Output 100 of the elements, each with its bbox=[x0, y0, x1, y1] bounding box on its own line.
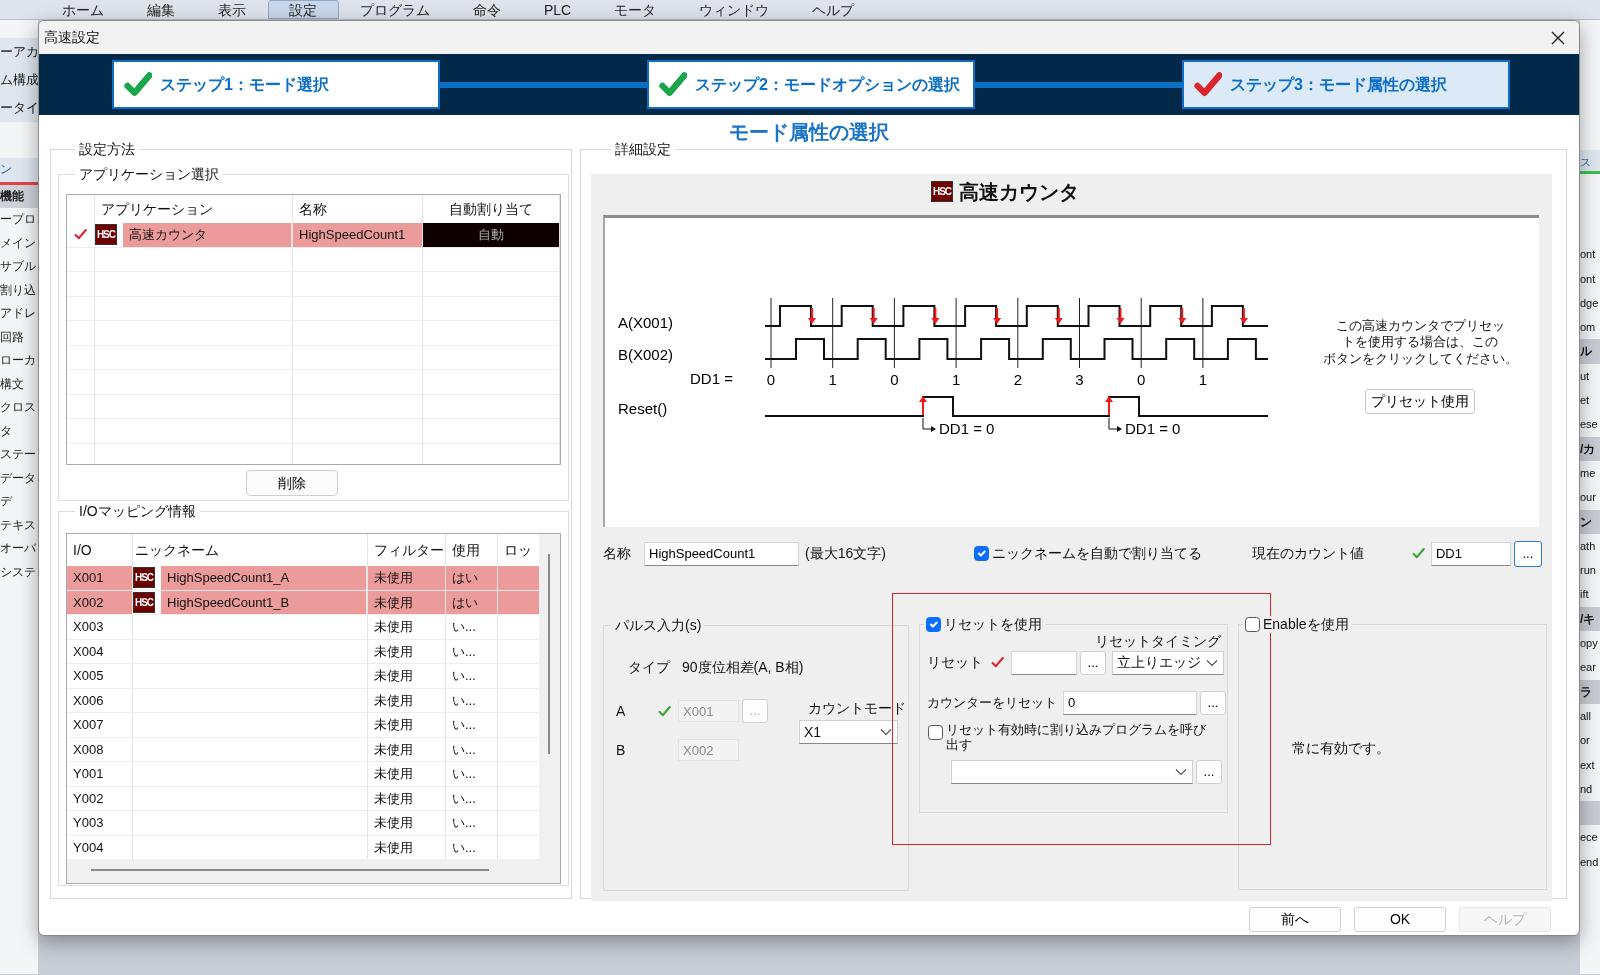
dropdown[interactable] bbox=[951, 759, 1193, 784]
count-label: 0 bbox=[766, 370, 776, 388]
field-label: 名称 bbox=[603, 544, 631, 563]
list-item[interactable]: ear bbox=[1580, 655, 1600, 680]
sidebar-item[interactable]: テキス bbox=[0, 513, 38, 537]
menu-item[interactable]: PLC bbox=[523, 0, 594, 19]
table-cell: い... bbox=[446, 762, 498, 786]
sidebar-item[interactable]: システ bbox=[0, 560, 38, 584]
menu-item[interactable]: 設定 bbox=[268, 0, 339, 19]
list-item[interactable]: dge bbox=[1580, 290, 1600, 316]
checkbox-label: ニックネームを自動で割り当てる bbox=[991, 544, 1202, 563]
table-row[interactable]: X002 HSC HighSpeedCount1_B 未使用 はい bbox=[67, 590, 541, 615]
group-label: パルス入力(s) bbox=[612, 616, 705, 634]
checkbox[interactable] bbox=[926, 616, 941, 632]
list-item[interactable]: ath bbox=[1580, 533, 1600, 559]
sidebar-item[interactable]: ローカ bbox=[0, 349, 38, 373]
list-item[interactable]: ift bbox=[1580, 582, 1600, 607]
table-cell: い... bbox=[446, 615, 498, 639]
close-icon[interactable] bbox=[1551, 30, 1565, 45]
table-cell: 未使用 bbox=[368, 615, 446, 639]
section-header: 機能 bbox=[0, 184, 38, 208]
sidebar-item[interactable]: オーバ bbox=[0, 537, 38, 561]
signal-label: Reset() bbox=[618, 399, 668, 417]
list-item[interactable]: om bbox=[1580, 315, 1600, 340]
count-label: 3 bbox=[1075, 370, 1084, 388]
dialog-button[interactable]: OK bbox=[1354, 907, 1446, 932]
dropdown[interactable]: X1 bbox=[799, 720, 898, 744]
menu-item[interactable]: ウィンドウ bbox=[678, 0, 792, 19]
count-field[interactable]: DD1 bbox=[1430, 541, 1511, 566]
dialog-button[interactable]: 前へ bbox=[1249, 907, 1341, 932]
checkbox-label: リセットを使用 bbox=[944, 615, 1042, 633]
sidebar-item[interactable]: クロス bbox=[0, 396, 38, 420]
field-value: 90度位相差(A, B相) bbox=[682, 658, 804, 677]
preset-button[interactable]: プリセット使用 bbox=[1365, 389, 1475, 414]
table-cell: い... bbox=[446, 664, 498, 688]
sidebar-item[interactable]: 割り込 bbox=[0, 278, 38, 302]
table-row[interactable]: X001 HSC HighSpeedCount1_A 未使用 はい bbox=[67, 566, 541, 591]
list-item[interactable]: ext bbox=[1580, 752, 1600, 777]
delete-button[interactable]: 削除 bbox=[246, 470, 338, 496]
list-item[interactable]: ece bbox=[1580, 825, 1600, 850]
list-item[interactable]: nd bbox=[1580, 776, 1600, 802]
sidebar-item[interactable]: 回路 bbox=[0, 325, 38, 349]
caret-icon bbox=[1206, 658, 1218, 667]
browse-button[interactable]: ... bbox=[1200, 690, 1226, 715]
sidebar-item[interactable]: ム構成 bbox=[0, 66, 38, 94]
table-cell: X004 bbox=[67, 639, 133, 663]
sidebar-item[interactable]: デ bbox=[0, 490, 38, 514]
sidebar-item[interactable]: タ bbox=[0, 419, 38, 443]
menu-item[interactable]: ホーム bbox=[41, 0, 126, 19]
leader-arrow bbox=[1108, 417, 1122, 432]
browse-button[interactable]: ... bbox=[1080, 650, 1106, 675]
list-item[interactable]: et bbox=[1580, 388, 1600, 413]
menu-item[interactable]: ヘルプ bbox=[791, 0, 877, 19]
table-cell: 未使用 bbox=[368, 737, 446, 761]
sidebar-item[interactable]: ープロ bbox=[0, 208, 38, 232]
check-icon bbox=[124, 70, 152, 99]
table-cell: 未使用 bbox=[368, 762, 446, 786]
checkbox[interactable] bbox=[928, 724, 943, 740]
list-item[interactable]: ese bbox=[1580, 412, 1600, 437]
sidebar-item[interactable]: 構文 bbox=[0, 372, 38, 396]
section-header: ラ bbox=[1580, 679, 1600, 704]
list-item[interactable]: ut bbox=[1580, 363, 1600, 389]
menu-item[interactable]: 命令 bbox=[452, 0, 523, 19]
list-item[interactable]: all bbox=[1580, 703, 1600, 729]
table-cell: い... bbox=[446, 713, 498, 737]
sidebar-item[interactable]: ステー bbox=[0, 443, 38, 467]
checkbox[interactable] bbox=[973, 546, 989, 561]
panel-tab[interactable]: ン bbox=[0, 158, 38, 185]
browse-button[interactable]: ... bbox=[1513, 540, 1542, 567]
input-field[interactable]: 0 bbox=[1063, 690, 1197, 715]
list-item[interactable]: ont bbox=[1580, 242, 1600, 267]
name-field[interactable]: HighSpeedCount1 bbox=[644, 541, 799, 566]
browse-button[interactable]: ... bbox=[1196, 759, 1222, 784]
menu-item[interactable]: 編集 bbox=[126, 0, 197, 19]
table-row[interactable]: HSC 高速カウンタ HighSpeedCount1 自動 bbox=[67, 223, 560, 248]
list-item[interactable]: opy bbox=[1580, 631, 1600, 656]
list-item[interactable]: end bbox=[1580, 849, 1600, 874]
sidebar-item[interactable]: データ bbox=[0, 466, 38, 490]
list-item[interactable]: run bbox=[1580, 558, 1600, 583]
menu-item[interactable]: プログラム bbox=[339, 0, 452, 19]
sidebar-item[interactable]: ータイ bbox=[0, 94, 38, 122]
input-field[interactable] bbox=[1011, 650, 1077, 675]
dropdown[interactable]: 立上りエッジ bbox=[1112, 650, 1224, 675]
reset-note: DD1 = 0 bbox=[939, 419, 995, 437]
list-item[interactable]: ont bbox=[1580, 266, 1600, 291]
table-cell: い... bbox=[446, 639, 498, 663]
count-label: 0 bbox=[1137, 370, 1146, 388]
panel-title: 高速カウンタ bbox=[959, 179, 1079, 205]
sidebar-item[interactable]: サブル bbox=[0, 255, 38, 279]
checkbox[interactable] bbox=[1245, 616, 1260, 632]
sidebar-item[interactable]: ーアカ bbox=[0, 38, 38, 66]
menu-item[interactable]: モータ bbox=[593, 0, 679, 19]
list-item[interactable]: or bbox=[1580, 728, 1600, 753]
sidebar-item[interactable]: アドレ bbox=[0, 302, 38, 326]
menu-item[interactable]: 表示 bbox=[197, 0, 268, 19]
panel-tab[interactable]: ス bbox=[1580, 150, 1600, 175]
list-item[interactable]: our bbox=[1580, 485, 1600, 510]
table-cell: HighSpeedCount1_A bbox=[161, 566, 367, 590]
list-item[interactable]: me bbox=[1580, 460, 1600, 486]
sidebar-item[interactable]: メイン bbox=[0, 231, 38, 255]
